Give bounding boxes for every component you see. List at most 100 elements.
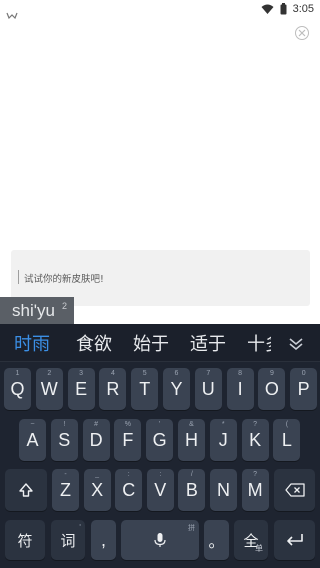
notification-icon: [6, 4, 18, 20]
key-secondary-label: :: [159, 471, 162, 478]
key-x[interactable]: _ X: [83, 469, 111, 511]
fullwidth-key[interactable]: 全 单: [234, 520, 268, 560]
shift-key[interactable]: [5, 469, 47, 511]
key-secondary-label: ?: [253, 471, 258, 478]
key-r[interactable]: 4R: [99, 368, 127, 410]
key-b[interactable]: / B: [178, 469, 206, 511]
key-s[interactable]: ! S: [50, 419, 78, 461]
key-secondary-label: &: [189, 421, 194, 428]
key-y[interactable]: 6Y: [163, 368, 190, 410]
key-secondary-label: _: [95, 471, 100, 478]
fullwidth-sub-label: 单: [255, 544, 263, 553]
input-text: 试试你的新皮肤吧!: [24, 274, 104, 285]
shift-arrow-icon: [19, 483, 33, 497]
candidate-bar: 时雨 食欲 始于 适于 十多: [0, 324, 320, 362]
key-p[interactable]: 0P: [290, 368, 318, 410]
key-label: L: [281, 429, 292, 450]
key-secondary-label: 6: [174, 370, 179, 377]
candidate-2[interactable]: 食欲: [76, 330, 112, 356]
key-label: K: [249, 429, 262, 450]
composing-cursor-mark: 2: [62, 301, 68, 311]
candidate-5[interactable]: 十多: [247, 330, 271, 356]
backspace-icon: [284, 483, 305, 497]
key-secondary-label: 8: [238, 370, 243, 377]
word-key-label: 词: [60, 531, 76, 550]
chevron-down-icon[interactable]: [288, 336, 304, 351]
backspace-key[interactable]: [274, 469, 315, 511]
key-secondary-label: %: [124, 421, 131, 428]
key-g[interactable]: ' G: [146, 419, 174, 461]
key-secondary-label: 4: [110, 370, 115, 377]
key-f[interactable]: % F: [114, 419, 142, 461]
candidate-1[interactable]: 时雨: [14, 330, 50, 356]
key-label: S: [58, 429, 71, 450]
symbol-key[interactable]: 符: [5, 520, 45, 560]
candidate-4[interactable]: 适于: [190, 330, 226, 356]
key-secondary-label: 7: [206, 370, 211, 377]
key-label: O: [264, 378, 279, 399]
key-label: G: [152, 429, 167, 450]
close-icon[interactable]: [295, 26, 309, 40]
key-c[interactable]: :C: [115, 469, 143, 511]
key-secondary-label: ~: [30, 421, 35, 428]
composing-pinyin: shi'yu: [12, 301, 55, 320]
microphone-icon: [154, 533, 166, 547]
key-label: B: [185, 479, 198, 500]
word-key[interactable]: 词 ': [51, 520, 85, 560]
key-e[interactable]: 3E: [67, 368, 95, 410]
key-secondary-label: 2: [47, 370, 52, 377]
key-secondary-label: #: [94, 421, 99, 428]
key-secondary-label: 3: [79, 370, 84, 377]
key-label: E: [75, 378, 88, 399]
key-secondary-label: 9: [269, 370, 274, 377]
key-secondary-label: 0: [301, 370, 306, 377]
key-secondary-label: !: [63, 421, 66, 428]
status-bar: 3:05: [0, 0, 320, 20]
key-label: D: [89, 429, 103, 450]
key-u[interactable]: 7U: [194, 368, 222, 410]
key-secondary-label: -: [64, 471, 67, 478]
text-cursor: [18, 270, 19, 284]
key-secondary-label: :: [127, 471, 130, 478]
enter-icon: [286, 534, 303, 546]
candidate-3[interactable]: 始于: [133, 330, 169, 356]
key-secondary-label: 5: [142, 370, 147, 377]
enter-key[interactable]: [274, 520, 315, 560]
key-a[interactable]: ~ A: [19, 419, 46, 461]
key-label: V: [154, 479, 167, 500]
space-key[interactable]: 拼: [121, 520, 199, 560]
comma-label: ,: [100, 529, 106, 550]
key-l[interactable]: (L: [273, 419, 301, 461]
word-key-mark: ': [79, 523, 81, 531]
status-time: 3:05: [292, 3, 314, 15]
key-label: R: [106, 378, 120, 399]
key-secondary-label: (: [285, 421, 289, 428]
key-label: I: [237, 378, 243, 399]
key-n[interactable]: N: [210, 469, 237, 511]
key-z[interactable]: -Z: [52, 469, 79, 511]
key-d[interactable]: # D: [82, 419, 110, 461]
key-v[interactable]: :V: [146, 469, 174, 511]
key-h[interactable]: & H: [178, 419, 205, 461]
period-key[interactable]: 。: [204, 520, 229, 560]
key-j[interactable]: * J: [209, 419, 237, 461]
key-i[interactable]: 8I: [226, 368, 254, 410]
key-m[interactable]: ? M: [241, 469, 269, 511]
symbol-key-label: 符: [17, 531, 33, 550]
key-k[interactable]: ? K: [241, 419, 269, 461]
key-label: P: [297, 378, 310, 399]
key-secondary-label: 1: [15, 370, 20, 377]
key-o[interactable]: 9O: [258, 368, 286, 410]
wifi-icon: [261, 4, 274, 14]
key-label: N: [217, 479, 230, 500]
key-q[interactable]: 1Q: [4, 368, 31, 410]
key-w[interactable]: 2W: [35, 368, 63, 410]
key-label: T: [139, 378, 151, 399]
battery-icon: [280, 3, 287, 15]
key-label: U: [201, 378, 215, 399]
key-label: C: [122, 479, 136, 500]
key-t[interactable]: 5T: [131, 368, 159, 410]
key-label: Q: [10, 378, 25, 399]
key-secondary-label: *: [221, 421, 225, 428]
comma-key[interactable]: ,: [91, 520, 116, 560]
